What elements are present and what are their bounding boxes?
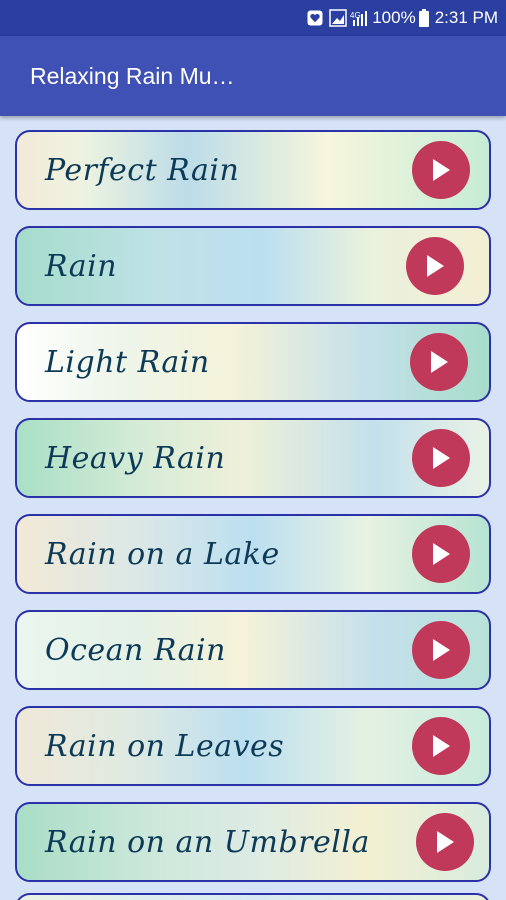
sound-item-rain[interactable]: Rain [15, 226, 491, 306]
sound-item-label: Rain on an Umbrella [45, 824, 370, 860]
sound-item-label: Ocean Rain [45, 632, 226, 668]
sound-item-rain-on-leaves[interactable]: Rain on Leaves [15, 706, 491, 786]
play-button[interactable] [412, 429, 470, 487]
signal-icon: 4G [350, 9, 370, 27]
play-icon [437, 831, 454, 853]
image-signal-icon [329, 9, 347, 27]
sound-item-light-rain[interactable]: Light Rain [15, 322, 491, 402]
sound-item-label: Rain on a Lake [45, 536, 280, 572]
sound-list[interactable]: Perfect Rain Rain Light Rain Heavy Rain … [0, 116, 506, 900]
svg-text:4G: 4G [350, 11, 361, 20]
play-icon [433, 735, 450, 757]
play-button[interactable] [416, 813, 474, 871]
sound-item-label: Perfect Rain [45, 152, 240, 188]
sound-item-label: Light Rain [45, 344, 210, 380]
sound-item-partial[interactable] [15, 893, 491, 900]
status-bar: 4G 100% 2:31 PM [0, 0, 506, 36]
app-bar: Relaxing Rain Mu… [0, 36, 506, 116]
heart-notification-icon [307, 10, 323, 26]
play-button[interactable] [406, 237, 464, 295]
play-button[interactable] [412, 525, 470, 583]
sound-item-label: Heavy Rain [45, 440, 226, 476]
play-button[interactable] [412, 141, 470, 199]
sound-item-heavy-rain[interactable]: Heavy Rain [15, 418, 491, 498]
play-icon [427, 255, 444, 277]
battery-icon [418, 9, 429, 27]
sound-item-rain-on-an-umbrella[interactable]: Rain on an Umbrella [15, 802, 491, 882]
play-icon [431, 351, 448, 373]
play-button[interactable] [412, 717, 470, 775]
play-icon [433, 639, 450, 661]
clock: 2:31 PM [434, 8, 498, 27]
sound-item-perfect-rain[interactable]: Perfect Rain [15, 130, 491, 210]
app-title: Relaxing Rain Mu… [30, 62, 235, 89]
sound-item-ocean-rain[interactable]: Ocean Rain [15, 610, 491, 690]
sound-item-label: Rain on Leaves [45, 728, 285, 764]
play-icon [433, 447, 450, 469]
battery-percent: 100% [372, 8, 416, 27]
play-icon [433, 159, 450, 181]
sound-item-rain-on-a-lake[interactable]: Rain on a Lake [15, 514, 491, 594]
sound-item-label: Rain [45, 248, 118, 284]
play-button[interactable] [412, 621, 470, 679]
play-icon [433, 543, 450, 565]
play-button[interactable] [410, 333, 468, 391]
